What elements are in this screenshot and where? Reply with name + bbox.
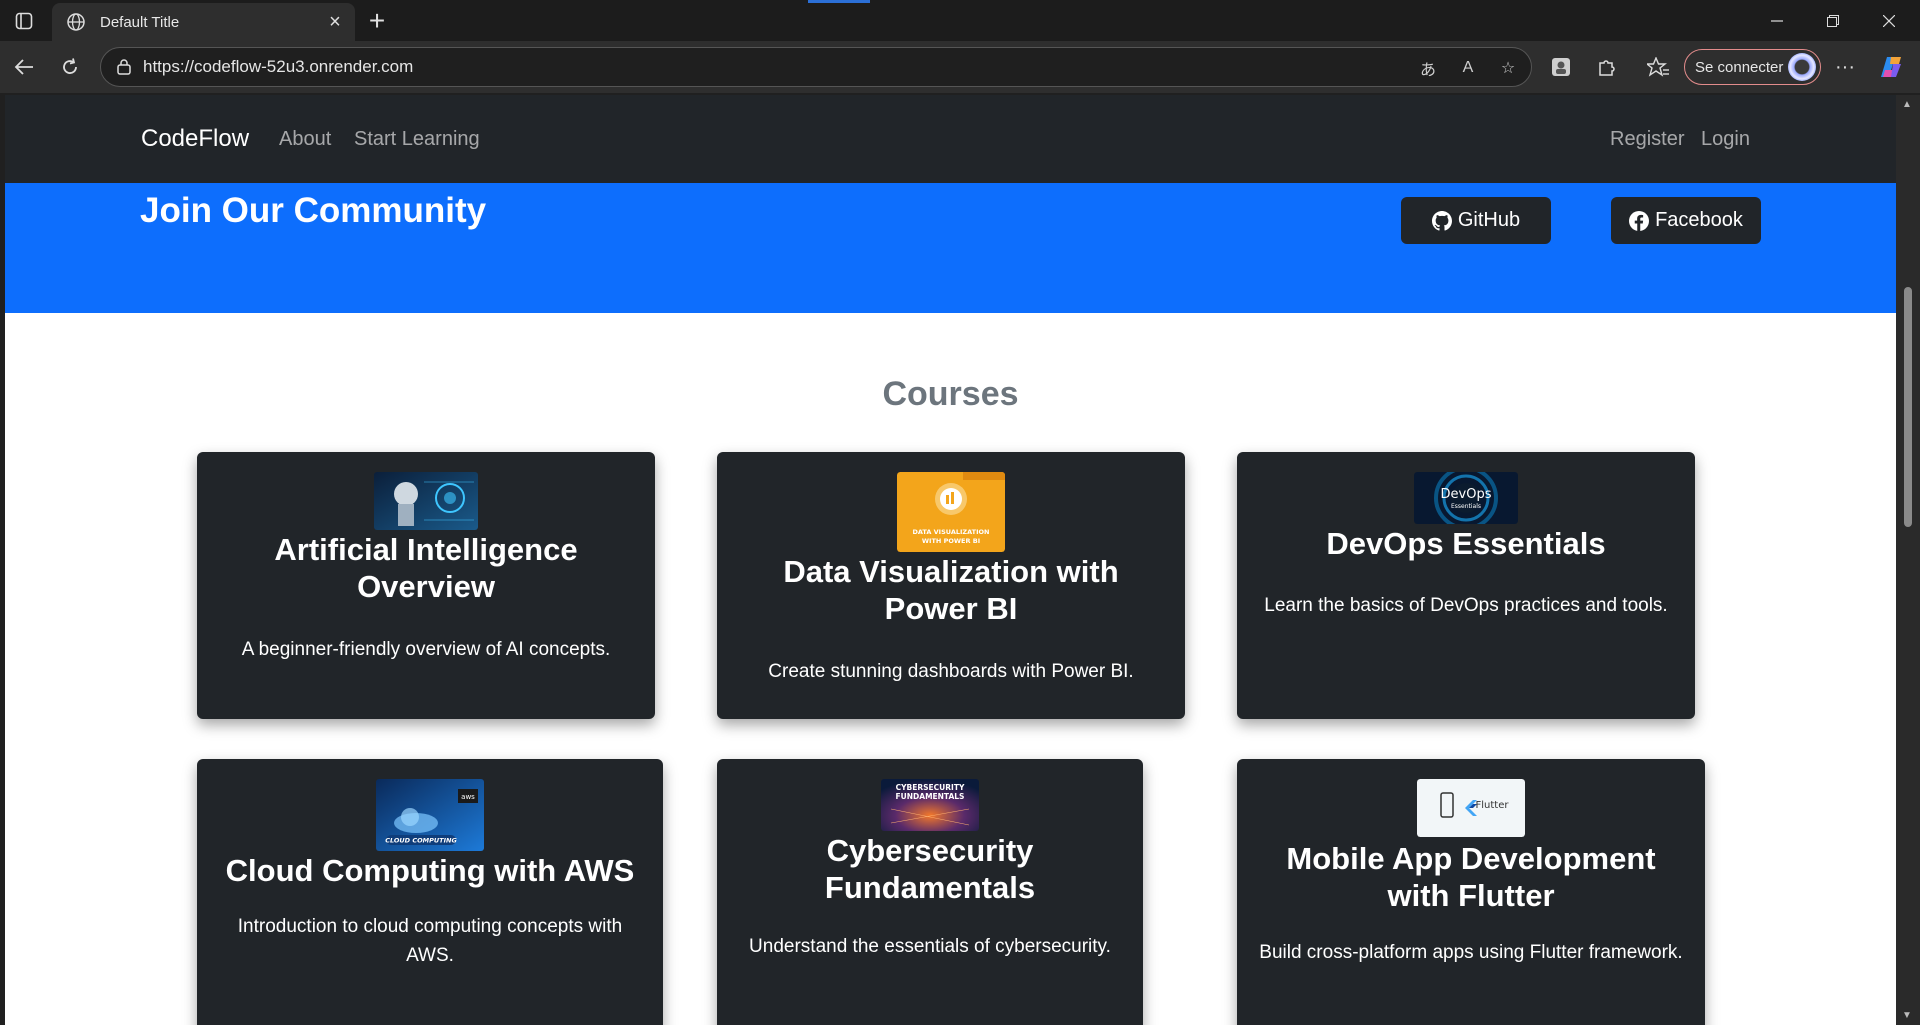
svg-text:Flutter: Flutter bbox=[1476, 800, 1510, 811]
course-card[interactable]: DATA VISUALIZATION WITH POWER BI Data Vi… bbox=[717, 452, 1185, 719]
back-arrow-icon[interactable] bbox=[8, 51, 40, 83]
svg-text:CLOUD COMPUTING: CLOUD COMPUTING bbox=[385, 837, 457, 845]
sign-in-label: Se connecter bbox=[1695, 58, 1784, 76]
power-bi-thumbnail: DATA VISUALIZATION WITH POWER BI bbox=[897, 472, 1005, 552]
browser-tab-bar: Default Title × + bbox=[0, 0, 1920, 41]
github-label: GitHub bbox=[1457, 209, 1521, 231]
site-navbar: CodeFlow About Start Learning Register L… bbox=[5, 95, 1896, 183]
favorite-star-icon[interactable]: ☆ bbox=[1497, 57, 1519, 79]
copilot-icon[interactable] bbox=[1876, 51, 1908, 83]
restore-button[interactable] bbox=[1810, 0, 1856, 41]
tab-actions-icon[interactable] bbox=[10, 8, 38, 34]
browser-tab[interactable]: Default Title × bbox=[52, 3, 355, 41]
community-title: Join Our Community bbox=[140, 191, 487, 230]
course-card[interactable]: DevOps Essentials DevOps Essentials Lear… bbox=[1237, 452, 1695, 719]
course-title: Data Visualization with Power BI bbox=[783, 554, 1119, 626]
course-description: Introduction to cloud computing concepts… bbox=[237, 915, 623, 967]
svg-text:FUNDAMENTALS: FUNDAMENTALS bbox=[896, 792, 965, 801]
ai-robot-thumbnail bbox=[374, 472, 478, 530]
course-title: DevOps Essentials bbox=[1326, 526, 1606, 561]
close-tab-icon[interactable]: × bbox=[325, 12, 345, 32]
course-card[interactable]: Flutter Mobile App Development with Flut… bbox=[1237, 759, 1705, 1025]
course-title: Cloud Computing with AWS bbox=[225, 853, 635, 888]
course-card[interactable]: aws CLOUD COMPUTING Cloud Computing with… bbox=[197, 759, 663, 1025]
extensions-puzzle-icon[interactable] bbox=[1590, 51, 1622, 83]
site-info-icon[interactable] bbox=[115, 58, 133, 76]
tab-title: Default Title bbox=[100, 13, 180, 31]
navbar-brand[interactable]: CodeFlow bbox=[141, 125, 249, 153]
course-description: Build cross-platform apps using Flutter … bbox=[1259, 942, 1683, 964]
page-viewport: CodeFlow About Start Learning Register L… bbox=[5, 95, 1896, 1025]
read-aloud-icon[interactable]: A bbox=[1457, 57, 1479, 79]
svg-text:WITH POWER BI: WITH POWER BI bbox=[922, 537, 980, 545]
globe-icon bbox=[67, 13, 85, 31]
svg-text:DevOps: DevOps bbox=[1441, 487, 1492, 502]
aws-cloud-thumbnail: aws CLOUD COMPUTING bbox=[376, 779, 484, 851]
translate-icon[interactable]: あ bbox=[1417, 57, 1439, 79]
svg-text:Essentials: Essentials bbox=[1451, 503, 1481, 510]
url-text: https://codeflow-52u3.onrender.com bbox=[143, 57, 414, 76]
course-title: Cybersecurity Fundamentals bbox=[824, 833, 1036, 905]
course-card[interactable]: CYBERSECURITY FUNDAMENTALS Cybersecurity… bbox=[717, 759, 1143, 1025]
page-scrollbar[interactable]: ▲ ▼ bbox=[1896, 95, 1920, 1025]
courses-heading: Courses bbox=[882, 375, 1019, 413]
svg-text:aws: aws bbox=[461, 793, 475, 801]
facebook-button[interactable]: Facebook bbox=[1611, 197, 1761, 244]
browser-toolbar: https://codeflow-52u3.onrender.com あ A ☆… bbox=[0, 41, 1920, 93]
address-bar[interactable]: https://codeflow-52u3.onrender.com あ A ☆ bbox=[100, 47, 1532, 87]
tab-indicator bbox=[808, 0, 870, 3]
course-description: A beginner-friendly overview of AI conce… bbox=[241, 639, 611, 661]
cybersecurity-thumbnail: CYBERSECURITY FUNDAMENTALS bbox=[881, 779, 979, 831]
extension-icon[interactable] bbox=[1545, 51, 1577, 83]
course-title: Artificial Intelligence Overview bbox=[274, 532, 578, 604]
scroll-down-arrow-icon[interactable]: ▼ bbox=[1902, 1010, 1912, 1021]
course-description: Understand the essentials of cybersecuri… bbox=[749, 936, 1111, 958]
close-window-button[interactable] bbox=[1866, 0, 1912, 41]
nav-link-login[interactable]: Login bbox=[1701, 128, 1750, 151]
github-icon bbox=[1431, 210, 1452, 231]
nav-link-about[interactable]: About bbox=[279, 128, 331, 151]
refresh-icon[interactable] bbox=[54, 51, 86, 83]
profile-avatar bbox=[1788, 53, 1816, 81]
devops-thumbnail: DevOps Essentials bbox=[1414, 472, 1518, 524]
course-title: Mobile App Development with Flutter bbox=[1286, 841, 1656, 913]
nav-link-start-learning[interactable]: Start Learning bbox=[354, 128, 480, 151]
scroll-thumb[interactable] bbox=[1904, 287, 1912, 527]
svg-text:CYBERSECURITY: CYBERSECURITY bbox=[896, 783, 965, 792]
facebook-label: Facebook bbox=[1655, 209, 1743, 231]
github-button[interactable]: GitHub bbox=[1401, 197, 1551, 244]
facebook-icon bbox=[1629, 210, 1650, 231]
scroll-up-arrow-icon[interactable]: ▲ bbox=[1902, 99, 1912, 110]
new-tab-button[interactable]: + bbox=[362, 5, 392, 36]
course-description: Learn the basics of DevOps practices and… bbox=[1264, 594, 1668, 616]
minimize-button[interactable] bbox=[1754, 0, 1800, 41]
nav-link-register[interactable]: Register bbox=[1610, 128, 1684, 151]
sign-in-button[interactable]: Se connecter bbox=[1684, 49, 1821, 85]
favorites-icon[interactable] bbox=[1642, 51, 1674, 83]
svg-text:DATA VISUALIZATION: DATA VISUALIZATION bbox=[912, 528, 989, 536]
flutter-thumbnail: Flutter bbox=[1417, 779, 1525, 837]
course-description: Create stunning dashboards with Power BI… bbox=[768, 661, 1134, 683]
community-banner: Join Our Community GitHub Facebook bbox=[5, 183, 1896, 313]
course-card[interactable]: Artificial Intelligence Overview A begin… bbox=[197, 452, 655, 719]
more-options-icon[interactable]: ··· bbox=[1829, 51, 1861, 83]
